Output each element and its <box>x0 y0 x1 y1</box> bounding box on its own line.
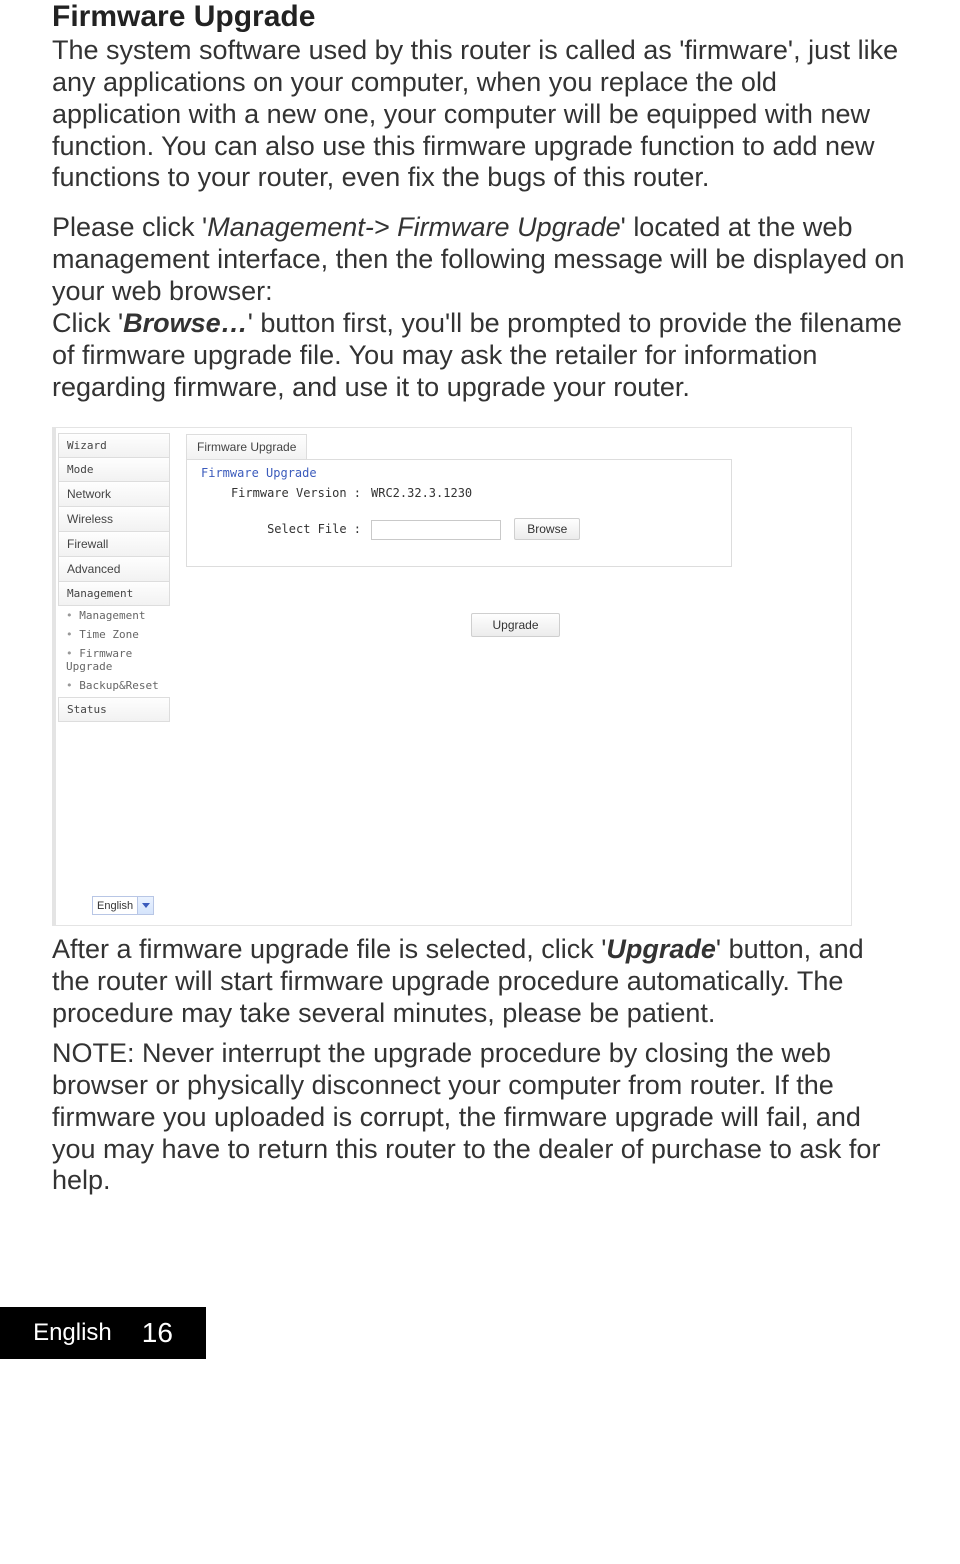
menu-path-em: Management-> Firmware Upgrade <box>207 212 620 242</box>
nav-management[interactable]: Management <box>58 581 170 606</box>
nav-advanced[interactable]: Advanced <box>58 556 170 582</box>
nav-wireless[interactable]: Wireless <box>58 506 170 532</box>
main-panel-column: Firmware Upgrade Firmware Upgrade Firmwa… <box>186 434 845 722</box>
tab-firmware-upgrade[interactable]: Firmware Upgrade <box>186 434 307 460</box>
nav-wizard[interactable]: Wizard <box>58 433 170 458</box>
text-fragment: After a firmware upgrade file is selecte… <box>52 934 606 964</box>
nav-status[interactable]: Status <box>58 697 170 722</box>
paragraph-instruction-1: Please click 'Management-> Firmware Upgr… <box>52 212 908 403</box>
firmware-version-value: WRC2.32.3.1230 <box>371 486 472 500</box>
language-select-value: English <box>93 899 137 913</box>
footer-page-number: 16 <box>142 1317 173 1349</box>
panel-title: Firmware Upgrade <box>201 466 717 482</box>
router-admin-screenshot: Wizard Mode Network Wireless Firewall Ad… <box>52 427 852 926</box>
subnav-backup-reset[interactable]: Backup&Reset <box>58 676 170 695</box>
select-file-label: Select File : <box>201 522 371 536</box>
subnav-management[interactable]: Management <box>58 606 170 625</box>
paragraph-intro: The system software used by this router … <box>52 35 908 194</box>
nav-mode[interactable]: Mode <box>58 457 170 482</box>
language-select[interactable]: English <box>92 896 154 915</box>
nav-firewall[interactable]: Firewall <box>58 531 170 557</box>
section-heading: Firmware Upgrade <box>52 0 908 33</box>
paragraph-after-upgrade: After a firmware upgrade file is selecte… <box>52 934 908 1030</box>
subnav-time-zone[interactable]: Time Zone <box>58 625 170 644</box>
firmware-upgrade-panel: Firmware Upgrade Firmware Version : WRC2… <box>186 459 732 567</box>
chevron-down-icon <box>137 897 153 914</box>
firmware-version-label: Firmware Version : <box>201 486 371 500</box>
text-fragment: Please click ' <box>52 212 207 242</box>
browse-button[interactable]: Browse <box>514 518 580 540</box>
paragraph-note: NOTE: Never interrupt the upgrade proced… <box>52 1038 908 1197</box>
browse-em: Browse… <box>123 308 248 338</box>
nav-network[interactable]: Network <box>58 481 170 507</box>
page-footer: English 16 <box>0 1307 206 1359</box>
text-fragment: Click ' <box>52 308 123 338</box>
sidebar-nav: Wizard Mode Network Wireless Firewall Ad… <box>58 434 170 722</box>
subnav-firmware-upgrade[interactable]: Firmware Upgrade <box>58 644 170 676</box>
file-path-input[interactable] <box>371 520 501 540</box>
upgrade-em: Upgrade <box>606 934 716 964</box>
footer-language: English <box>33 1319 112 1347</box>
upgrade-button[interactable]: Upgrade <box>471 613 559 637</box>
